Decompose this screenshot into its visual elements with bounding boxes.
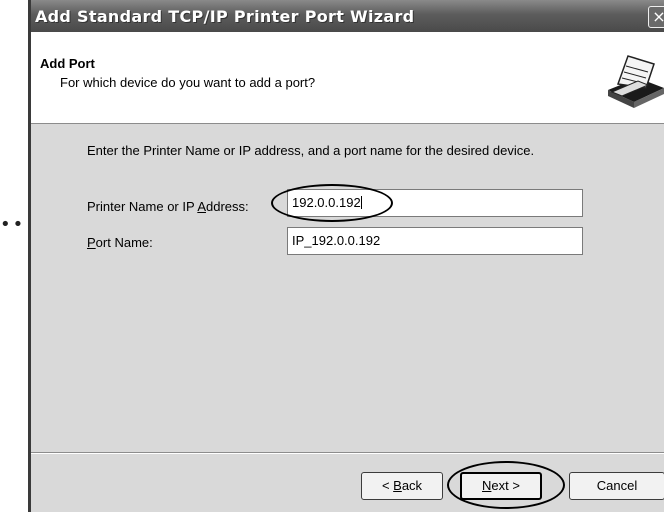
port-name-label: Port Name: (87, 235, 153, 250)
port-name-input[interactable]: IP_192.0.0.192 (287, 227, 583, 255)
close-button[interactable]: × (648, 6, 664, 28)
instruction-text: Enter the Printer Name or IP address, an… (87, 143, 535, 158)
window-title: Add Standard TCP/IP Printer Port Wizard (35, 7, 415, 26)
back-button[interactable]: < Back (361, 472, 443, 500)
close-icon: × (652, 7, 664, 26)
annotation-circle-ip (271, 184, 393, 222)
printer-icon (604, 50, 664, 112)
wizard-header: Add Port For which device do you want to… (31, 32, 664, 124)
printer-name-label: Printer Name or IP Address: (87, 199, 249, 214)
cancel-button[interactable]: Cancel (569, 472, 664, 500)
page-title: Add Port (40, 56, 95, 71)
port-name-value: IP_192.0.0.192 (292, 233, 381, 248)
wizard-window: Add Standard TCP/IP Printer Port Wizard … (28, 0, 664, 512)
title-bar[interactable]: Add Standard TCP/IP Printer Port Wizard … (31, 0, 664, 32)
footer-separator (31, 452, 664, 454)
page-subtitle: For which device do you want to add a po… (60, 75, 316, 90)
decorative-dots: •• (0, 214, 26, 235)
annotation-circle-next (447, 461, 565, 509)
